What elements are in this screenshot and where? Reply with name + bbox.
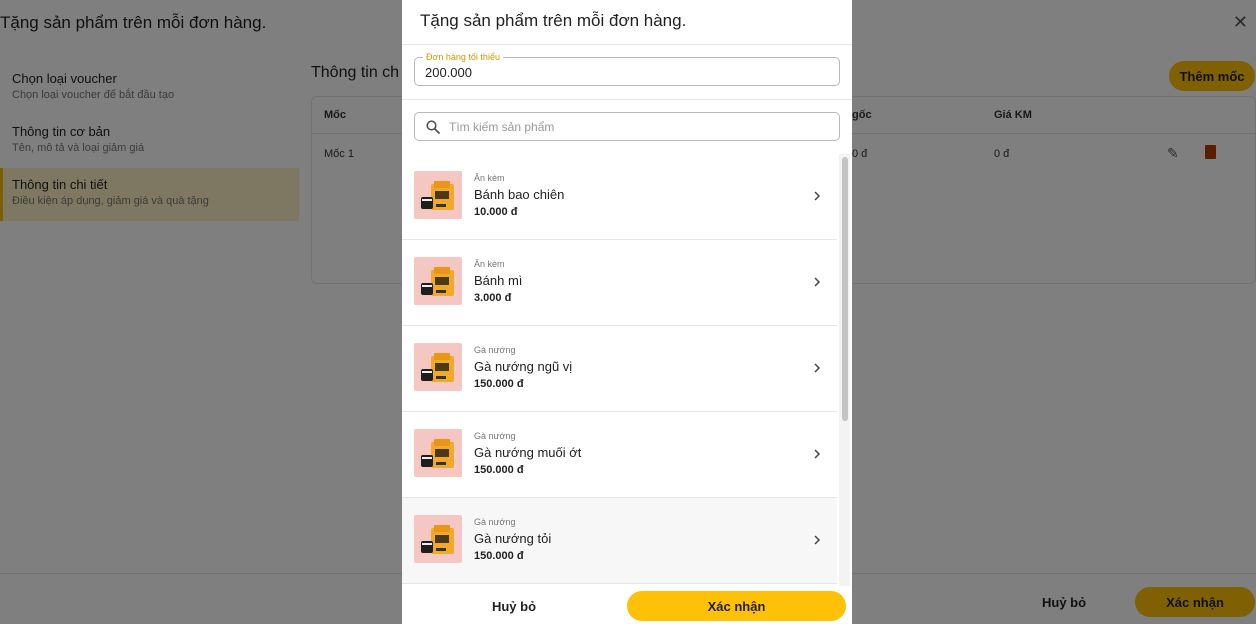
chevron-right-icon [814,363,821,373]
product-name: Gà nướng ngũ vị [474,359,573,374]
product-item[interactable]: Ăn kèm Bánh bao chiên 10.000 đ [402,154,837,240]
chevron-right-icon [814,449,821,459]
product-price: 150.000 đ [474,378,524,390]
product-picker-modal: Tặng sản phẩm trên mỗi đơn hàng. Đơn hàn… [402,0,852,624]
product-category: Ăn kèm [474,259,505,269]
min-order-value[interactable]: 200.000 [425,65,472,80]
confirm-button[interactable]: Xác nhận [627,591,846,621]
product-thumbnail [414,171,462,219]
product-thumbnail [414,343,462,391]
modal-title: Tặng sản phẩm trên mỗi đơn hàng. [420,11,687,30]
product-item[interactable]: Gà nướng Gà nướng muối ớt 150.000 đ [402,412,837,498]
product-search[interactable] [414,112,840,141]
product-price: 10.000 đ [474,206,518,218]
list-scrollbar-thumb[interactable] [842,157,848,421]
cancel-button[interactable]: Huỷ bỏ [402,591,626,621]
min-order-label: Đơn hàng tối thiểu [423,51,503,63]
product-item[interactable]: Ăn kèm Bánh mì 3.000 đ [402,240,837,326]
chevron-right-icon [814,191,821,201]
product-list: Ăn kèm Bánh bao chiên 10.000 đ Ăn kèm Bá… [402,154,837,586]
chevron-right-icon [814,535,821,545]
modal-footer: Huỷ bỏ Xác nhận [402,586,852,624]
divider [402,99,852,100]
product-category: Gà nướng [474,517,516,527]
product-name: Gà nướng tỏi [474,531,552,546]
product-category: Gà nướng [474,345,516,355]
search-icon [426,120,440,134]
product-category: Gà nướng [474,431,516,441]
product-thumbnail [414,429,462,477]
product-price: 150.000 đ [474,550,524,562]
search-input[interactable] [449,118,829,136]
product-name: Bánh bao chiên [474,187,565,202]
product-category: Ăn kèm [474,173,505,183]
product-thumbnail [414,515,462,563]
product-thumbnail [414,257,462,305]
product-price: 3.000 đ [474,292,512,304]
product-item[interactable]: Gà nướng Gà nướng ngũ vị 150.000 đ [402,326,837,412]
product-price: 150.000 đ [474,464,524,476]
product-item[interactable]: Gà nướng Gà nướng tỏi 150.000 đ [402,498,837,584]
divider [402,44,852,45]
chevron-right-icon [814,277,821,287]
product-name: Gà nướng muối ớt [474,445,582,460]
min-order-field[interactable]: Đơn hàng tối thiểu 200.000 [414,51,840,86]
product-name: Bánh mì [474,273,523,288]
